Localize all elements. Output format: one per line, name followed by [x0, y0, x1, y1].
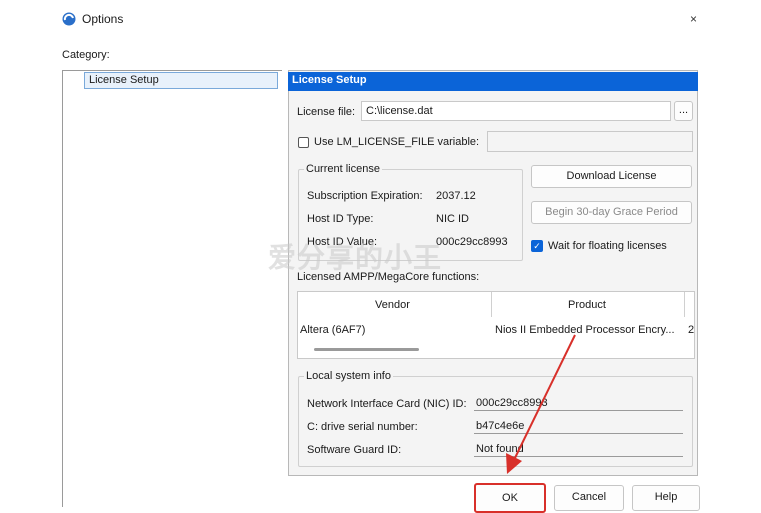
annotation-arrow: [506, 334, 576, 474]
